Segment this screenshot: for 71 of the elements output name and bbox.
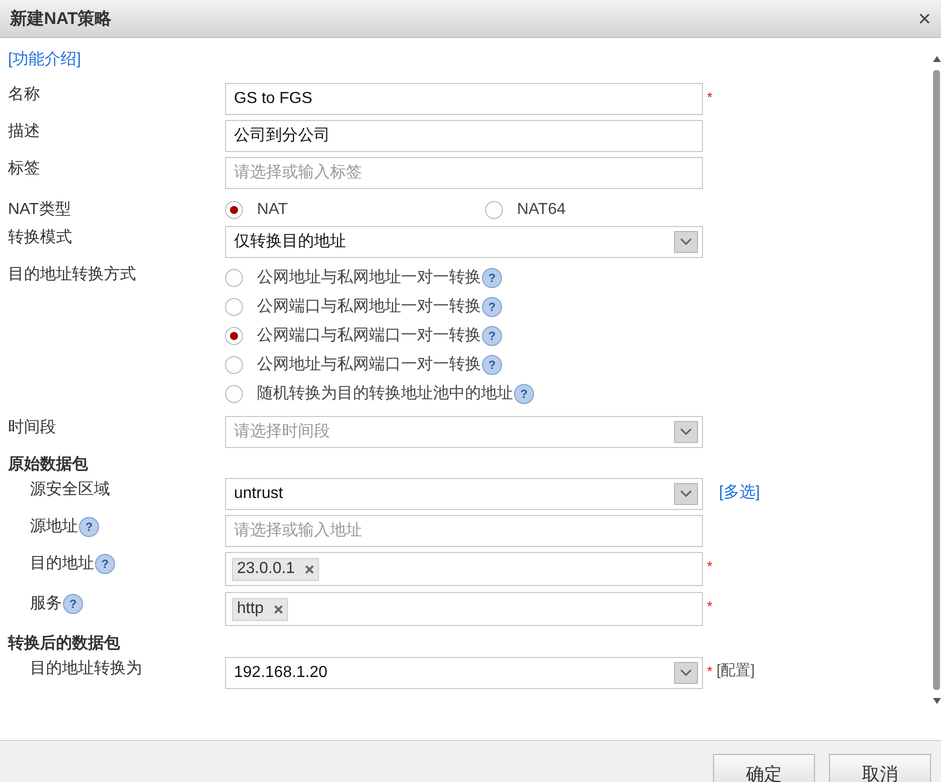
multi-select-link[interactable]: [多选] <box>719 481 760 505</box>
radio-button[interactable] <box>225 384 243 402</box>
radio-button[interactable] <box>485 201 503 219</box>
dropdown-field[interactable]: untrust <box>225 478 703 510</box>
dropdown-arrow-button[interactable] <box>674 421 698 443</box>
configure-link[interactable]: [配置] <box>716 660 755 682</box>
field-label: NAT类型 <box>8 201 71 218</box>
field-label: 源地址 <box>30 516 78 537</box>
radio-label: 公网地址与私网端口一对一转换 <box>257 354 481 374</box>
help-icon[interactable]: ? <box>482 326 502 346</box>
radio-button[interactable] <box>225 201 243 219</box>
close-icon[interactable] <box>274 604 283 614</box>
field-label: 目的地址 <box>30 554 94 574</box>
radio-label: NAT64 <box>517 200 566 220</box>
tag-chip: 23.0.0.1 <box>232 558 319 580</box>
field-label: 描述 <box>8 122 40 142</box>
field-label: 源安全区域 <box>30 480 110 500</box>
text-field[interactable]: 公司到分公司 <box>225 120 703 152</box>
help-icon[interactable]: ? <box>79 517 99 537</box>
radio-button[interactable] <box>225 356 243 374</box>
field-label: 服务 <box>30 594 62 614</box>
dropdown-arrow-button[interactable] <box>674 662 698 684</box>
help-icon[interactable]: ? <box>63 594 83 614</box>
tag-chip: http <box>232 598 288 620</box>
section-heading: 转换后的数据包 <box>8 633 120 654</box>
chevron-down-icon <box>680 428 692 436</box>
text-field[interactable]: GS to FGS <box>225 83 703 115</box>
radio-label: 公网端口与私网地址一对一转换 <box>257 296 481 316</box>
dropdown-arrow-button[interactable] <box>674 483 698 505</box>
radio-button[interactable] <box>225 298 243 316</box>
field-label: 名称 <box>8 85 40 105</box>
chevron-down-icon <box>680 238 692 246</box>
text-field[interactable]: 请选择或输入地址 <box>225 515 703 547</box>
radio-label: 随机转换为目的转换地址池中的地址 <box>257 384 513 404</box>
radio-label: 公网端口与私网端口一对一转换 <box>257 326 481 346</box>
text-field[interactable]: 请选择或输入标签 <box>225 157 703 189</box>
help-icon[interactable]: ? <box>95 554 115 574</box>
dialog-button[interactable]: 取消 <box>829 754 931 782</box>
intro-link[interactable]: [功能介绍] <box>8 51 81 68</box>
dropdown-field[interactable]: 请选择时间段 <box>225 416 703 448</box>
tag-input-field[interactable]: http <box>225 592 703 626</box>
field-label: 目的地址转换为 <box>30 658 142 679</box>
required-mark: * <box>707 88 712 107</box>
scroll-up-arrow-icon[interactable] <box>932 56 940 62</box>
radio-label: 公网地址与私网地址一对一转换 <box>257 268 481 288</box>
radio-button[interactable] <box>225 326 243 344</box>
field-label: 标签 <box>8 159 40 179</box>
dropdown-field[interactable]: 192.168.1.20 <box>225 657 703 689</box>
required-mark: * <box>707 597 712 616</box>
chevron-down-icon <box>680 669 692 677</box>
field-label: 目的地址转换方式 <box>8 264 136 285</box>
section-heading: 原始数据包 <box>8 454 88 475</box>
scroll-down-arrow-icon[interactable] <box>932 698 940 704</box>
required-mark: * <box>707 662 712 681</box>
radio-label: NAT <box>257 200 288 220</box>
close-icon[interactable] <box>304 564 314 574</box>
tag-input-field[interactable]: 23.0.0.1 <box>225 552 703 586</box>
scrollbar-thumb[interactable] <box>933 70 940 690</box>
dropdown-field[interactable]: 仅转换目的地址 <box>225 226 703 258</box>
radio-button[interactable] <box>225 268 243 286</box>
dropdown-arrow-button[interactable] <box>674 231 698 253</box>
help-icon[interactable]: ? <box>514 384 534 404</box>
help-icon[interactable]: ? <box>482 354 502 374</box>
window-title: 新建NAT策略 <box>10 8 112 30</box>
help-icon[interactable]: ? <box>482 296 502 316</box>
field-label: 转换模式 <box>8 228 72 248</box>
chevron-down-icon <box>680 490 692 498</box>
close-button[interactable]: × <box>918 8 931 30</box>
field-label: 时间段 <box>8 418 56 438</box>
help-icon[interactable]: ? <box>482 268 502 288</box>
required-mark: * <box>707 557 712 576</box>
